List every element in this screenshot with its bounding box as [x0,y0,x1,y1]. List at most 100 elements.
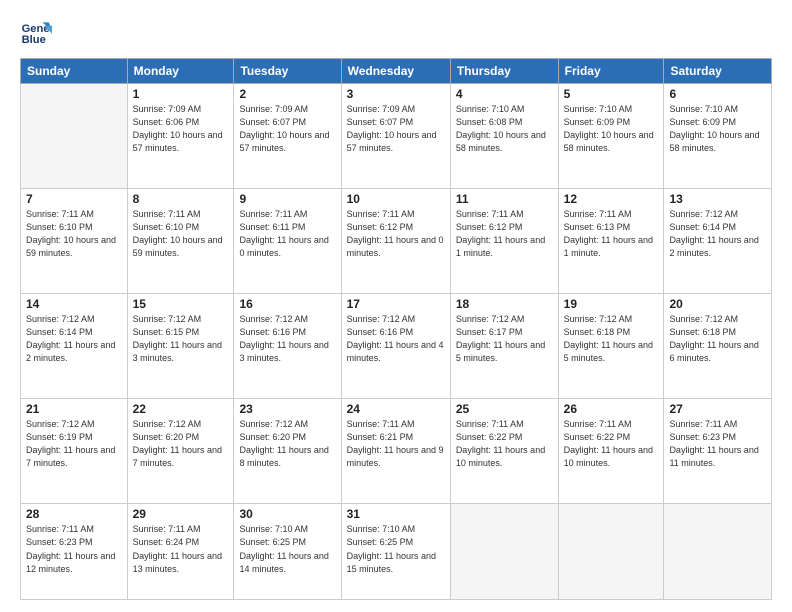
header: General Blue [20,16,772,48]
calendar-cell: 21Sunrise: 7:12 AMSunset: 6:19 PMDayligh… [21,399,128,504]
day-number: 25 [456,402,553,416]
daylight-text: Daylight: 11 hours and 1 minute. [456,235,545,258]
sunrise-text: Sunrise: 7:10 AM [239,524,308,534]
daylight-text: Daylight: 10 hours and 59 minutes. [133,235,223,258]
sunrise-text: Sunrise: 7:12 AM [564,314,633,324]
day-info: Sunrise: 7:09 AMSunset: 6:06 PMDaylight:… [133,103,229,155]
sunrise-text: Sunrise: 7:11 AM [669,419,737,429]
logo-icon: General Blue [20,16,52,48]
day-info: Sunrise: 7:11 AMSunset: 6:23 PMDaylight:… [669,418,766,470]
day-info: Sunrise: 7:12 AMSunset: 6:14 PMDaylight:… [669,208,766,260]
logo: General Blue [20,16,56,48]
day-number: 17 [347,297,445,311]
sunrise-text: Sunrise: 7:11 AM [347,419,415,429]
calendar-cell: 3Sunrise: 7:09 AMSunset: 6:07 PMDaylight… [341,84,450,189]
day-info: Sunrise: 7:12 AMSunset: 6:20 PMDaylight:… [239,418,335,470]
sunset-text: Sunset: 6:24 PM [133,537,200,547]
sunset-text: Sunset: 6:23 PM [26,537,93,547]
calendar-cell: 23Sunrise: 7:12 AMSunset: 6:20 PMDayligh… [234,399,341,504]
day-info: Sunrise: 7:12 AMSunset: 6:20 PMDaylight:… [133,418,229,470]
col-header-wednesday: Wednesday [341,59,450,84]
day-info: Sunrise: 7:10 AMSunset: 6:25 PMDaylight:… [347,523,445,575]
sunset-text: Sunset: 6:07 PM [347,117,414,127]
day-number: 26 [564,402,659,416]
calendar-cell: 18Sunrise: 7:12 AMSunset: 6:17 PMDayligh… [450,294,558,399]
day-number: 22 [133,402,229,416]
calendar-cell: 5Sunrise: 7:10 AMSunset: 6:09 PMDaylight… [558,84,664,189]
daylight-text: Daylight: 10 hours and 57 minutes. [133,130,223,153]
sunset-text: Sunset: 6:13 PM [564,222,631,232]
col-header-friday: Friday [558,59,664,84]
day-info: Sunrise: 7:12 AMSunset: 6:18 PMDaylight:… [669,313,766,365]
day-info: Sunrise: 7:12 AMSunset: 6:16 PMDaylight:… [239,313,335,365]
daylight-text: Daylight: 11 hours and 10 minutes. [456,445,545,468]
sunset-text: Sunset: 6:09 PM [669,117,736,127]
day-info: Sunrise: 7:12 AMSunset: 6:16 PMDaylight:… [347,313,445,365]
sunset-text: Sunset: 6:16 PM [239,327,306,337]
col-header-monday: Monday [127,59,234,84]
calendar-cell: 8Sunrise: 7:11 AMSunset: 6:10 PMDaylight… [127,189,234,294]
sunset-text: Sunset: 6:12 PM [347,222,414,232]
daylight-text: Daylight: 11 hours and 7 minutes. [133,445,222,468]
daylight-text: Daylight: 11 hours and 3 minutes. [239,340,328,363]
daylight-text: Daylight: 10 hours and 59 minutes. [26,235,116,258]
sunrise-text: Sunrise: 7:12 AM [669,209,738,219]
daylight-text: Daylight: 10 hours and 57 minutes. [239,130,329,153]
calendar-cell: 22 Sunrise: 7:12 AMSunset: 6:20 PMDayligh… [127,399,234,504]
calendar-cell: 6Sunrise: 7:10 AMSunset: 6:09 PMDaylight… [664,84,772,189]
sunrise-text: Sunrise: 7:11 AM [26,524,94,534]
day-number: 29 [133,507,229,521]
sunrise-text: Sunrise: 7:11 AM [564,419,632,429]
daylight-text: Daylight: 11 hours and 15 minutes. [347,551,436,574]
day-number: 31 [347,507,445,521]
day-info: Sunrise: 7:09 AMSunset: 6:07 PMDaylight:… [239,103,335,155]
col-header-saturday: Saturday [664,59,772,84]
calendar-cell: 12Sunrise: 7:11 AMSunset: 6:13 PMDayligh… [558,189,664,294]
day-number: 15 [133,297,229,311]
day-number: 28 [26,507,122,521]
day-number: 3 [347,87,445,101]
day-info: Sunrise: 7:10 AMSunset: 6:09 PMDaylight:… [669,103,766,155]
calendar-week-3: 14Sunrise: 7:12 AMSunset: 6:14 PMDayligh… [21,294,772,399]
daylight-text: Daylight: 11 hours and 9 minutes. [347,445,444,468]
daylight-text: Daylight: 10 hours and 57 minutes. [347,130,437,153]
calendar-cell: 30Sunrise: 7:10 AMSunset: 6:25 PMDayligh… [234,504,341,600]
day-info: Sunrise: 7:11 AMSunset: 6:21 PMDaylight:… [347,418,445,470]
daylight-text: Daylight: 11 hours and 12 minutes. [26,551,115,574]
day-info: Sunrise: 7:11 AMSunset: 6:12 PMDaylight:… [347,208,445,260]
calendar-cell: 7Sunrise: 7:11 AMSunset: 6:10 PMDaylight… [21,189,128,294]
sunrise-text: Sunrise: 7:12 AM [26,419,95,429]
sunset-text: Sunset: 6:25 PM [239,537,306,547]
day-info: Sunrise: 7:10 AMSunset: 6:25 PMDaylight:… [239,523,335,575]
sunset-text: Sunset: 6:18 PM [564,327,631,337]
col-header-tuesday: Tuesday [234,59,341,84]
day-number: 2 [239,87,335,101]
calendar-week-4: 21Sunrise: 7:12 AMSunset: 6:19 PMDayligh… [21,399,772,504]
daylight-text: Daylight: 11 hours and 0 minutes. [239,235,328,258]
sunrise-text: Sunrise: 7:10 AM [669,104,738,114]
daylight-text: Daylight: 11 hours and 1 minute. [564,235,653,258]
day-info: Sunrise: 7:11 AMSunset: 6:10 PMDaylight:… [26,208,122,260]
calendar-table: SundayMondayTuesdayWednesdayThursdayFrid… [20,58,772,600]
daylight-text: Daylight: 11 hours and 13 minutes. [133,551,222,574]
day-info: Sunrise: 7:11 AMSunset: 6:12 PMDaylight:… [456,208,553,260]
calendar-cell: 29Sunrise: 7:11 AMSunset: 6:24 PMDayligh… [127,504,234,600]
day-number: 13 [669,192,766,206]
day-info: Sunrise: 7:11 AM Sunset: 6:23 PM Daylight:… [26,523,122,575]
sunrise-text: Sunrise: 7:11 AM [564,209,632,219]
day-number: 19 [564,297,659,311]
sunrise-text: Sunrise: 7:11 AM [347,209,415,219]
sunset-text: Sunset: 6:16 PM [347,327,414,337]
daylight-text: Daylight: 11 hours and 4 minutes. [347,340,444,363]
day-info: Sunrise: 7:12 AMSunset: 6:14 PMDaylight:… [26,313,122,365]
calendar-week-1: 1Sunrise: 7:09 AMSunset: 6:06 PMDaylight… [21,84,772,189]
sunset-text: Sunset: 6:22 PM [564,432,631,442]
day-number: 27 [669,402,766,416]
sunset-text: Sunset: 6:06 PM [133,117,200,127]
sunset-text: Sunset: 6:07 PM [239,117,306,127]
day-number: 8 [133,192,229,206]
sunset-text: Sunset: 6:20 PM [133,432,200,442]
day-info: Sunrise: 7:12 AMSunset: 6:19 PMDaylight:… [26,418,122,470]
daylight-text: Daylight: 11 hours and 2 minutes. [26,340,115,363]
sunrise-text: Sunrise: 7:11 AM [239,209,307,219]
